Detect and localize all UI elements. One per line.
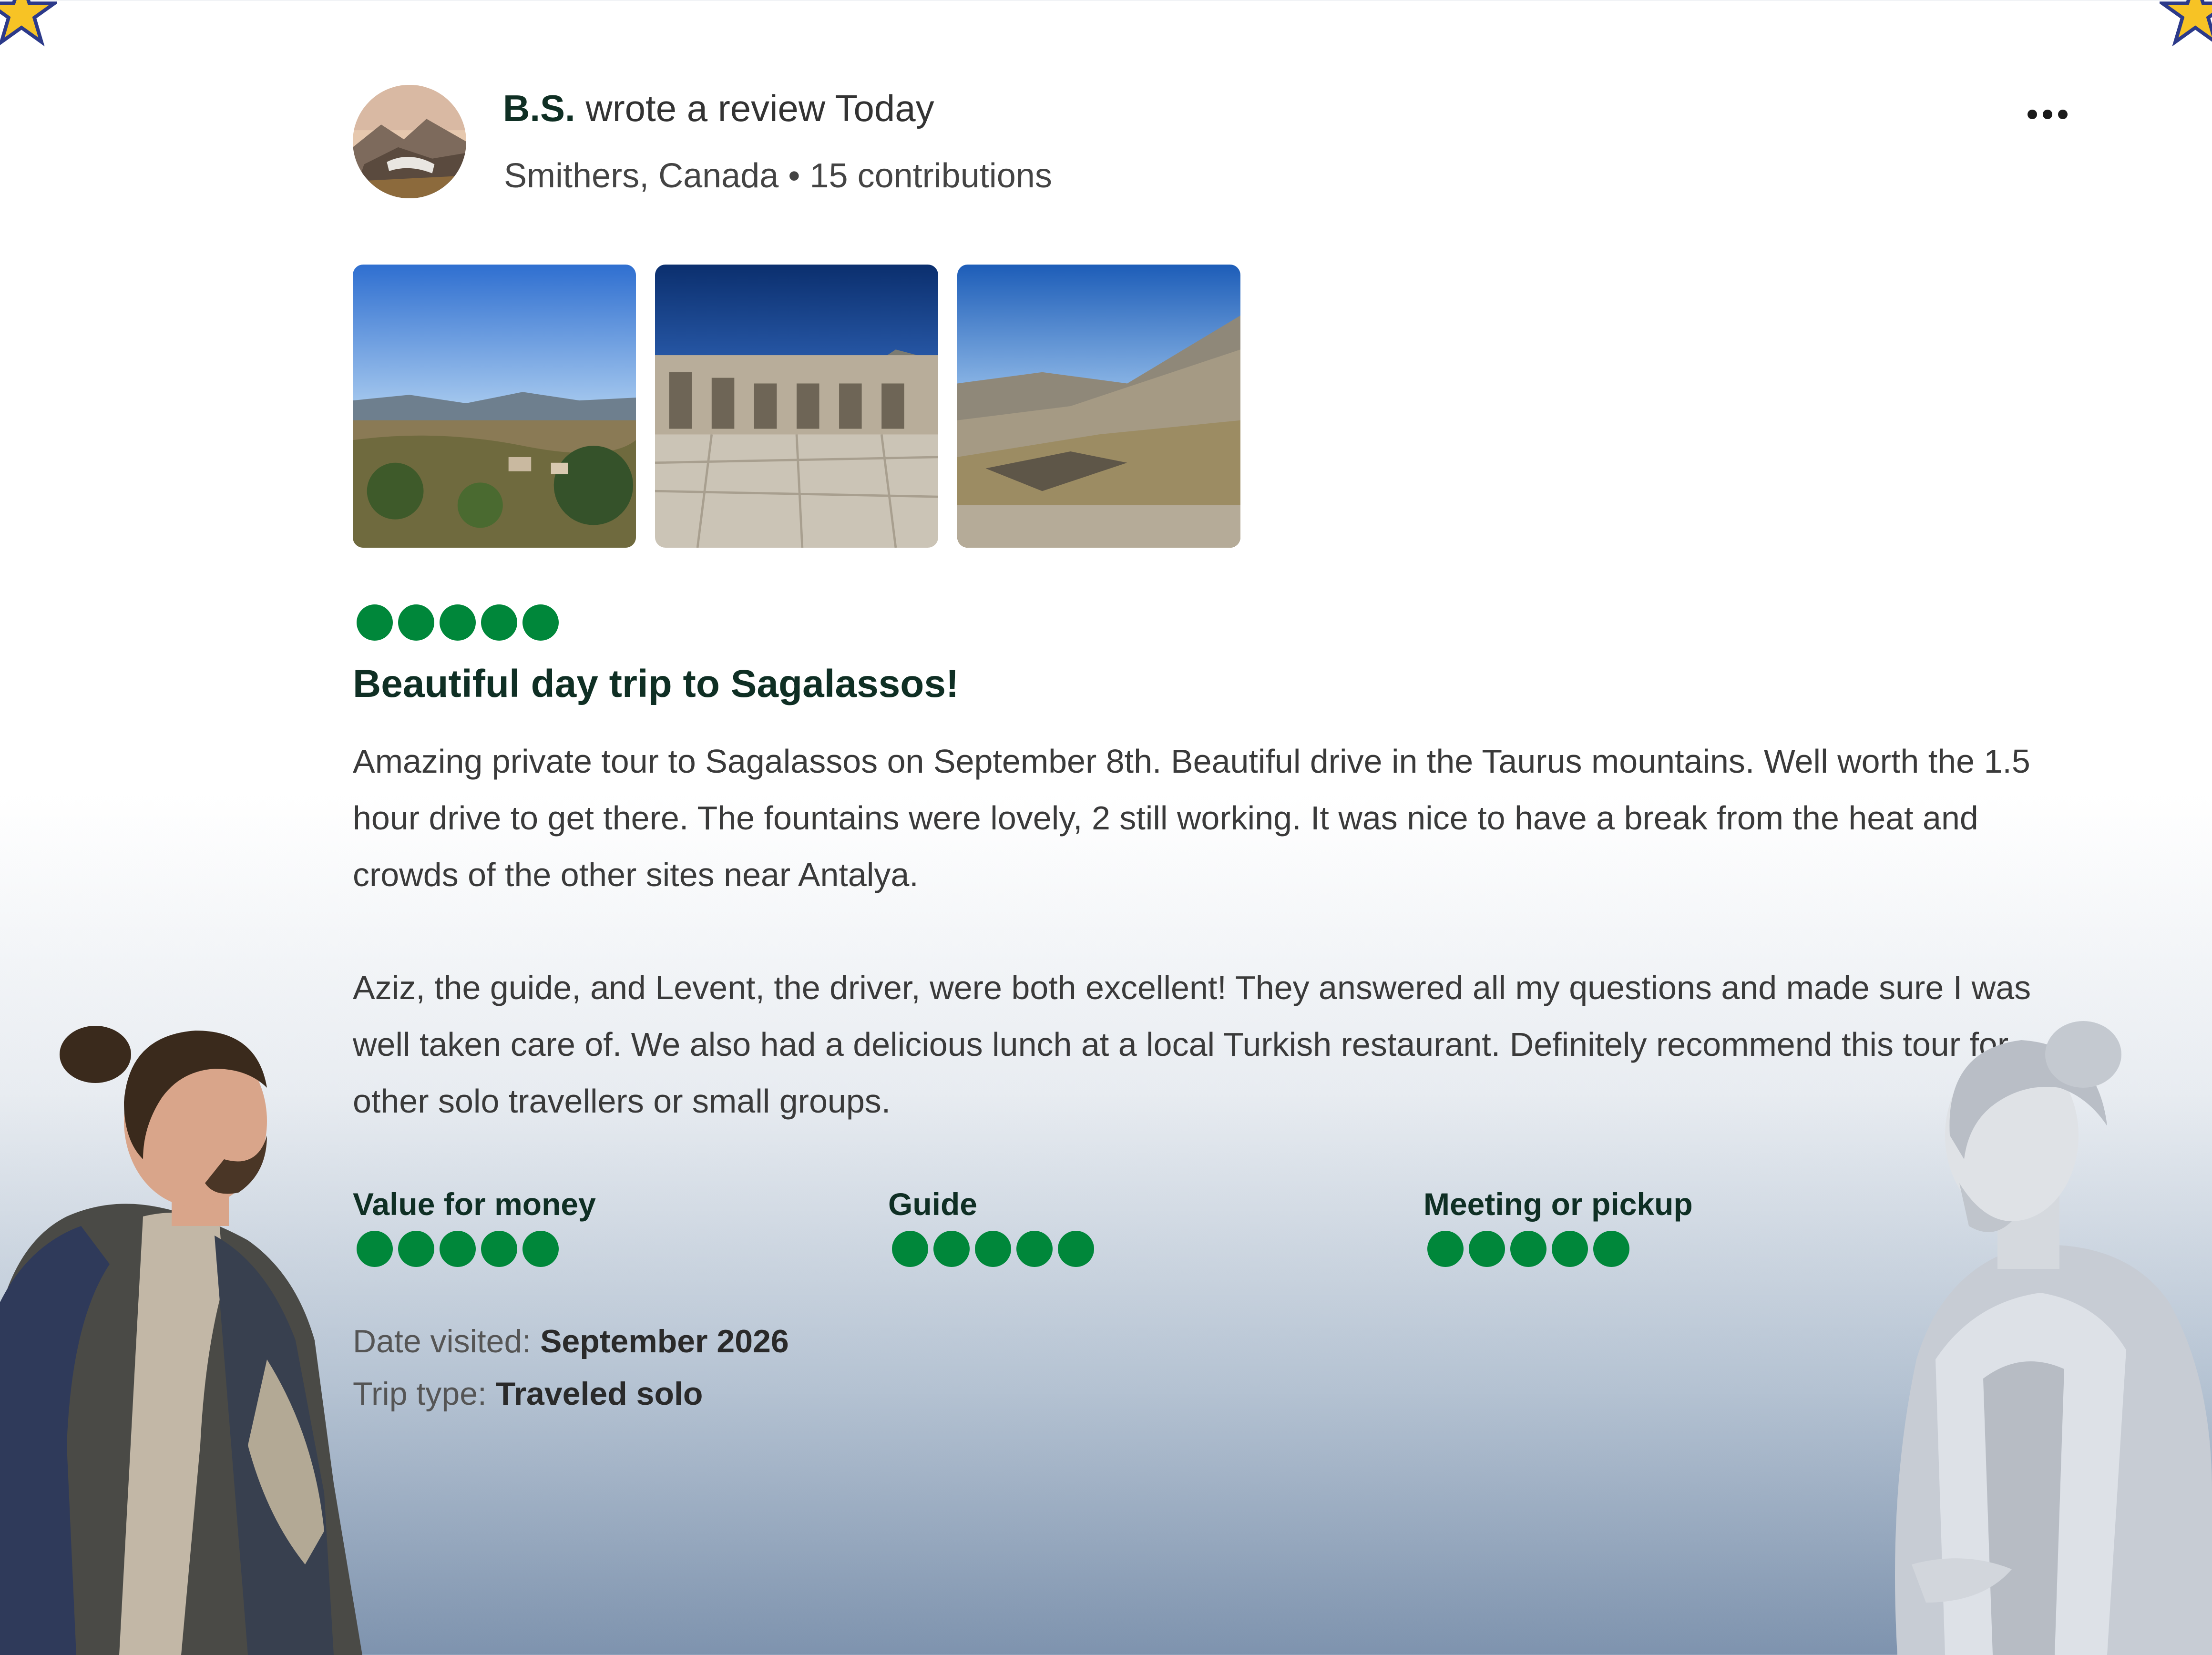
more-horizontal-icon [2028, 110, 2037, 119]
rating-bubble [522, 604, 559, 641]
date-visited-label: Date visited: [353, 1323, 541, 1359]
man-figure-illustration [0, 1026, 362, 1655]
review-date: Today [835, 87, 934, 129]
sub-rating-bubbles-pickup [1427, 1231, 1629, 1267]
review-header: B.S. wrote a review Today [503, 87, 934, 130]
sub-rating-bubbles-value [357, 1231, 559, 1267]
review-photo-2[interactable] [655, 265, 938, 548]
rating-bubble [1552, 1231, 1588, 1267]
rating-bubble [1593, 1231, 1629, 1267]
review-body: Amazing private tour to Sagalassos on Se… [353, 733, 2079, 1130]
dot [2058, 110, 2068, 119]
rating-bubble [357, 604, 393, 641]
rating-bubble [892, 1231, 928, 1267]
rating-bubble [440, 604, 476, 641]
rating-bubble [522, 1231, 559, 1267]
rating-bubble [1469, 1231, 1505, 1267]
review-paragraph-1: Amazing private tour to Sagalassos on Se… [353, 743, 2030, 893]
rating-bubble [481, 604, 517, 641]
sub-rating-label-pickup: Meeting or pickup [1423, 1186, 1693, 1222]
review-photo-1[interactable] [353, 265, 636, 548]
review-title: Beautiful day trip to Sagalassos! [353, 662, 959, 705]
date-visited-value: September 2026 [540, 1323, 789, 1359]
date-visited: Date visited: September 2026 [353, 1323, 789, 1360]
review-action-text: wrote a review [575, 87, 835, 129]
rating-bubble [398, 604, 434, 641]
corner-star-icon [0, 0, 57, 47]
reviewer-name[interactable]: B.S. [503, 87, 575, 129]
rating-bubble [975, 1231, 1011, 1267]
rating-bubble [398, 1231, 434, 1267]
more-options-button[interactable] [2021, 88, 2074, 141]
corner-star-icon [2160, 0, 2212, 47]
sub-rating-bubbles-guide [892, 1231, 1094, 1267]
rating-bubble [1510, 1231, 1546, 1267]
reviewer-avatar[interactable] [353, 85, 466, 198]
sub-rating-label-value: Value for money [353, 1186, 596, 1222]
review-rating-bubbles [357, 604, 559, 641]
statue-figure-illustration [1895, 1021, 2212, 1655]
dot [2043, 110, 2052, 119]
rating-bubble [481, 1231, 517, 1267]
review-paragraph-2: Aziz, the guide, and Levent, the driver,… [353, 969, 2031, 1120]
trip-type-value: Traveled solo [495, 1376, 703, 1412]
sub-rating-label-guide: Guide [888, 1186, 978, 1222]
rating-bubble [1058, 1231, 1094, 1267]
review-photo-3[interactable] [957, 265, 1240, 548]
reviewer-info: Smithers, Canada • 15 contributions [504, 157, 1052, 195]
rating-bubble [1427, 1231, 1464, 1267]
trip-type: Trip type: Traveled solo [353, 1375, 703, 1412]
rating-bubble [440, 1231, 476, 1267]
trip-type-label: Trip type: [353, 1376, 496, 1412]
rating-bubble [1016, 1231, 1053, 1267]
rating-bubble [933, 1231, 970, 1267]
